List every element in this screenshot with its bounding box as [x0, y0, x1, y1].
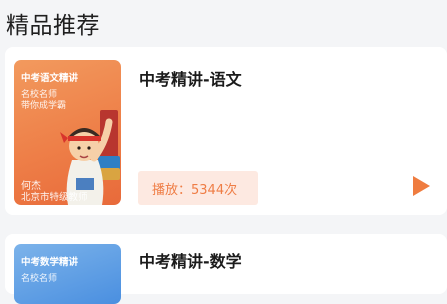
course-card-math[interactable]: 中考数学精讲 名校名师 中考精讲-数学	[5, 234, 447, 304]
course-cover-image[interactable]: 中考数学精讲 名校名师	[14, 244, 121, 304]
course-cover-image[interactable]: 中考语文精讲 名校名师 带你成学霸 何杰 北京市特级教师	[14, 60, 121, 205]
cover-subtitle-2: 带你成学霸	[21, 101, 67, 111]
play-triangle-icon[interactable]	[413, 176, 430, 196]
cover-title: 中考数学精讲	[21, 257, 79, 268]
course-title[interactable]: 中考精讲-数学	[139, 248, 242, 272]
section-title: 精品推荐	[6, 13, 100, 39]
cover-teacher-desc: 北京市特级教师	[21, 192, 88, 203]
course-title[interactable]: 中考精讲-语文	[139, 66, 242, 90]
play-count-badge: 播放：5344次	[138, 171, 258, 205]
course-card-chinese[interactable]: 中考语文精讲 名校名师 带你成学霸 何杰 北京市特级教师 中考精讲-语文 播放：…	[5, 47, 447, 215]
cover-title: 中考语文精讲	[21, 73, 79, 84]
cover-subtitle-1: 名校名师	[21, 274, 58, 284]
